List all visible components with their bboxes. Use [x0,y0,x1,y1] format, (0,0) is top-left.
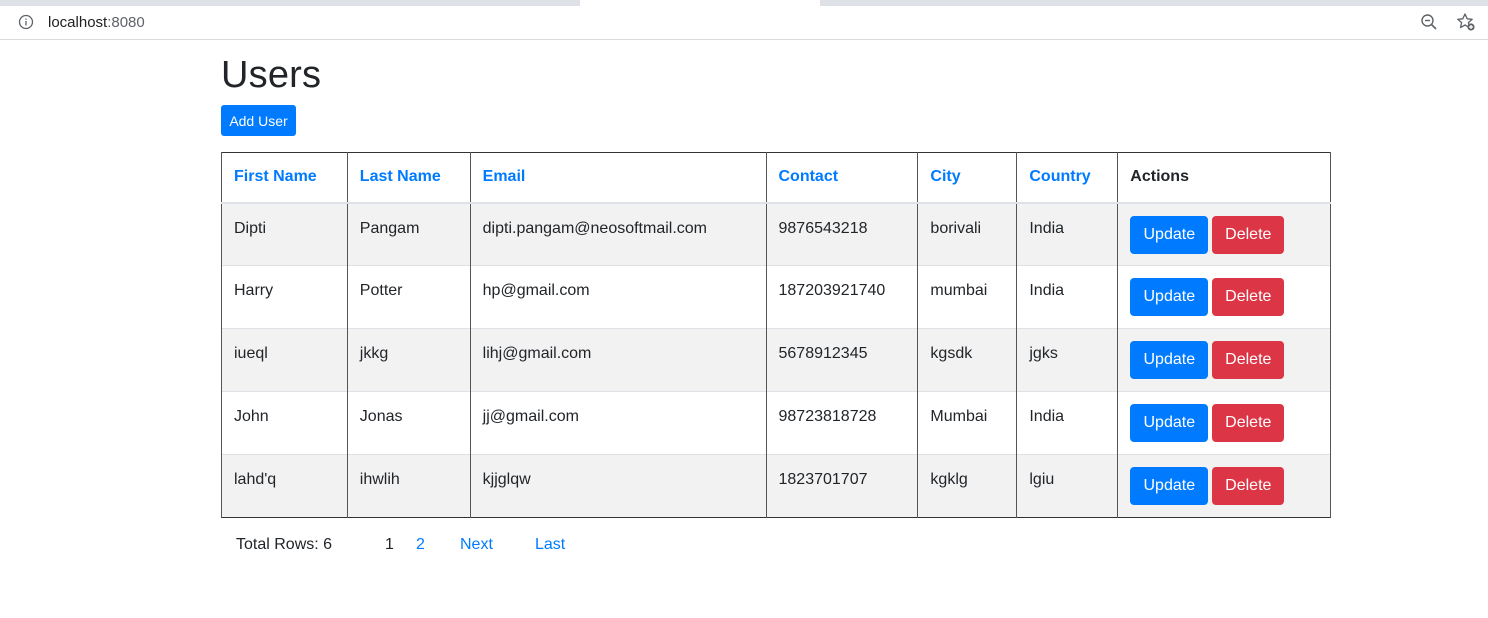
browser-toolbar: localhost:8080 [0,6,1488,38]
table-header-row: First Name Last Name Email Contact City … [221,152,1331,204]
update-button[interactable]: Update [1130,404,1209,442]
page-link-2[interactable]: 2 [416,536,425,554]
cell-last-name: Potter [346,265,471,329]
update-button[interactable]: Update [1130,278,1209,316]
delete-button[interactable]: Delete [1212,341,1285,379]
add-user-button[interactable]: Add User [221,105,296,136]
column-header-contact[interactable]: Contact [765,152,919,204]
zoom-out-icon[interactable] [1420,13,1438,31]
cell-country: jgks [1016,328,1119,392]
cell-contact: 5678912345 [765,328,919,392]
update-button[interactable]: Update [1130,341,1209,379]
cell-country: India [1016,265,1119,329]
cell-email: dipti.pangam@neosoftmail.com [469,202,767,266]
table-row: John Jonas jj@gmail.com 98723818728 Mumb… [221,391,1331,455]
cell-actions: Update Delete [1117,202,1331,266]
info-icon[interactable] [18,14,34,30]
pagination: Total Rows: 6 1 2 Next Last [236,536,836,558]
table-row: lahd'q ihwlih kjjglqw 1823701707 kgklg l… [221,454,1331,518]
cell-first-name: Dipti [221,202,348,266]
cell-email: hp@gmail.com [469,265,767,329]
cell-first-name: iueql [221,328,348,392]
table-row: Harry Potter hp@gmail.com 187203921740 m… [221,265,1331,329]
column-header-email[interactable]: Email [469,152,767,204]
column-header-city[interactable]: City [917,152,1018,204]
url-port: :8080 [107,13,145,31]
cell-last-name: Pangam [346,202,471,266]
update-button[interactable]: Update [1130,215,1209,254]
cell-first-name: John [221,391,348,455]
cell-city: kgklg [917,454,1018,518]
delete-button[interactable]: Delete [1212,467,1285,505]
table-row: iueql jkkg lihj@gmail.com 5678912345 kgs… [221,328,1331,392]
cell-city: kgsdk [917,328,1018,392]
last-page-link[interactable]: Last [535,536,565,554]
cell-email: lihj@gmail.com [469,328,767,392]
bookmark-star-icon[interactable] [1456,12,1476,32]
cell-last-name: Jonas [346,391,471,455]
url-host: localhost [48,13,108,31]
delete-button[interactable]: Delete [1212,215,1285,254]
column-header-last-name[interactable]: Last Name [346,152,471,204]
users-table: First Name Last Name Email Contact City … [221,152,1331,518]
cell-city: mumbai [917,265,1018,329]
table-row: Dipti Pangam dipti.pangam@neosoftmail.co… [221,202,1331,266]
url-text: localhost:8080 [48,14,145,31]
page-title: Users [221,54,322,96]
cell-first-name: Harry [221,265,348,329]
cell-actions: Update Delete [1117,391,1331,455]
cell-email: kjjglqw [469,454,767,518]
cell-email: jj@gmail.com [469,391,767,455]
total-rows-label: Total Rows: 6 [236,536,333,553]
cell-last-name: jkkg [346,328,471,392]
cell-country: India [1016,391,1119,455]
cell-contact: 1823701707 [765,454,919,518]
cell-contact: 98723818728 [765,391,919,455]
delete-button[interactable]: Delete [1212,278,1285,316]
cell-city: borivali [917,202,1018,266]
cell-actions: Update Delete [1117,265,1331,329]
column-header-first-name[interactable]: First Name [221,152,348,204]
update-button[interactable]: Update [1130,467,1209,505]
address-bar[interactable]: localhost:8080 [6,8,1482,36]
cell-first-name: lahd'q [221,454,348,518]
column-header-actions: Actions [1117,152,1331,204]
column-header-country[interactable]: Country [1016,152,1119,204]
cell-actions: Update Delete [1117,328,1331,392]
toolbar-divider [0,39,1488,40]
page-link-current: 1 [385,536,394,553]
cell-city: Mumbai [917,391,1018,455]
cell-contact: 9876543218 [765,202,919,266]
cell-country: lgiu [1016,454,1119,518]
cell-actions: Update Delete [1117,454,1331,518]
delete-button[interactable]: Delete [1212,404,1285,442]
next-page-link[interactable]: Next [460,536,493,554]
cell-country: India [1016,202,1119,266]
cell-contact: 187203921740 [765,265,919,329]
cell-last-name: ihwlih [346,454,471,518]
